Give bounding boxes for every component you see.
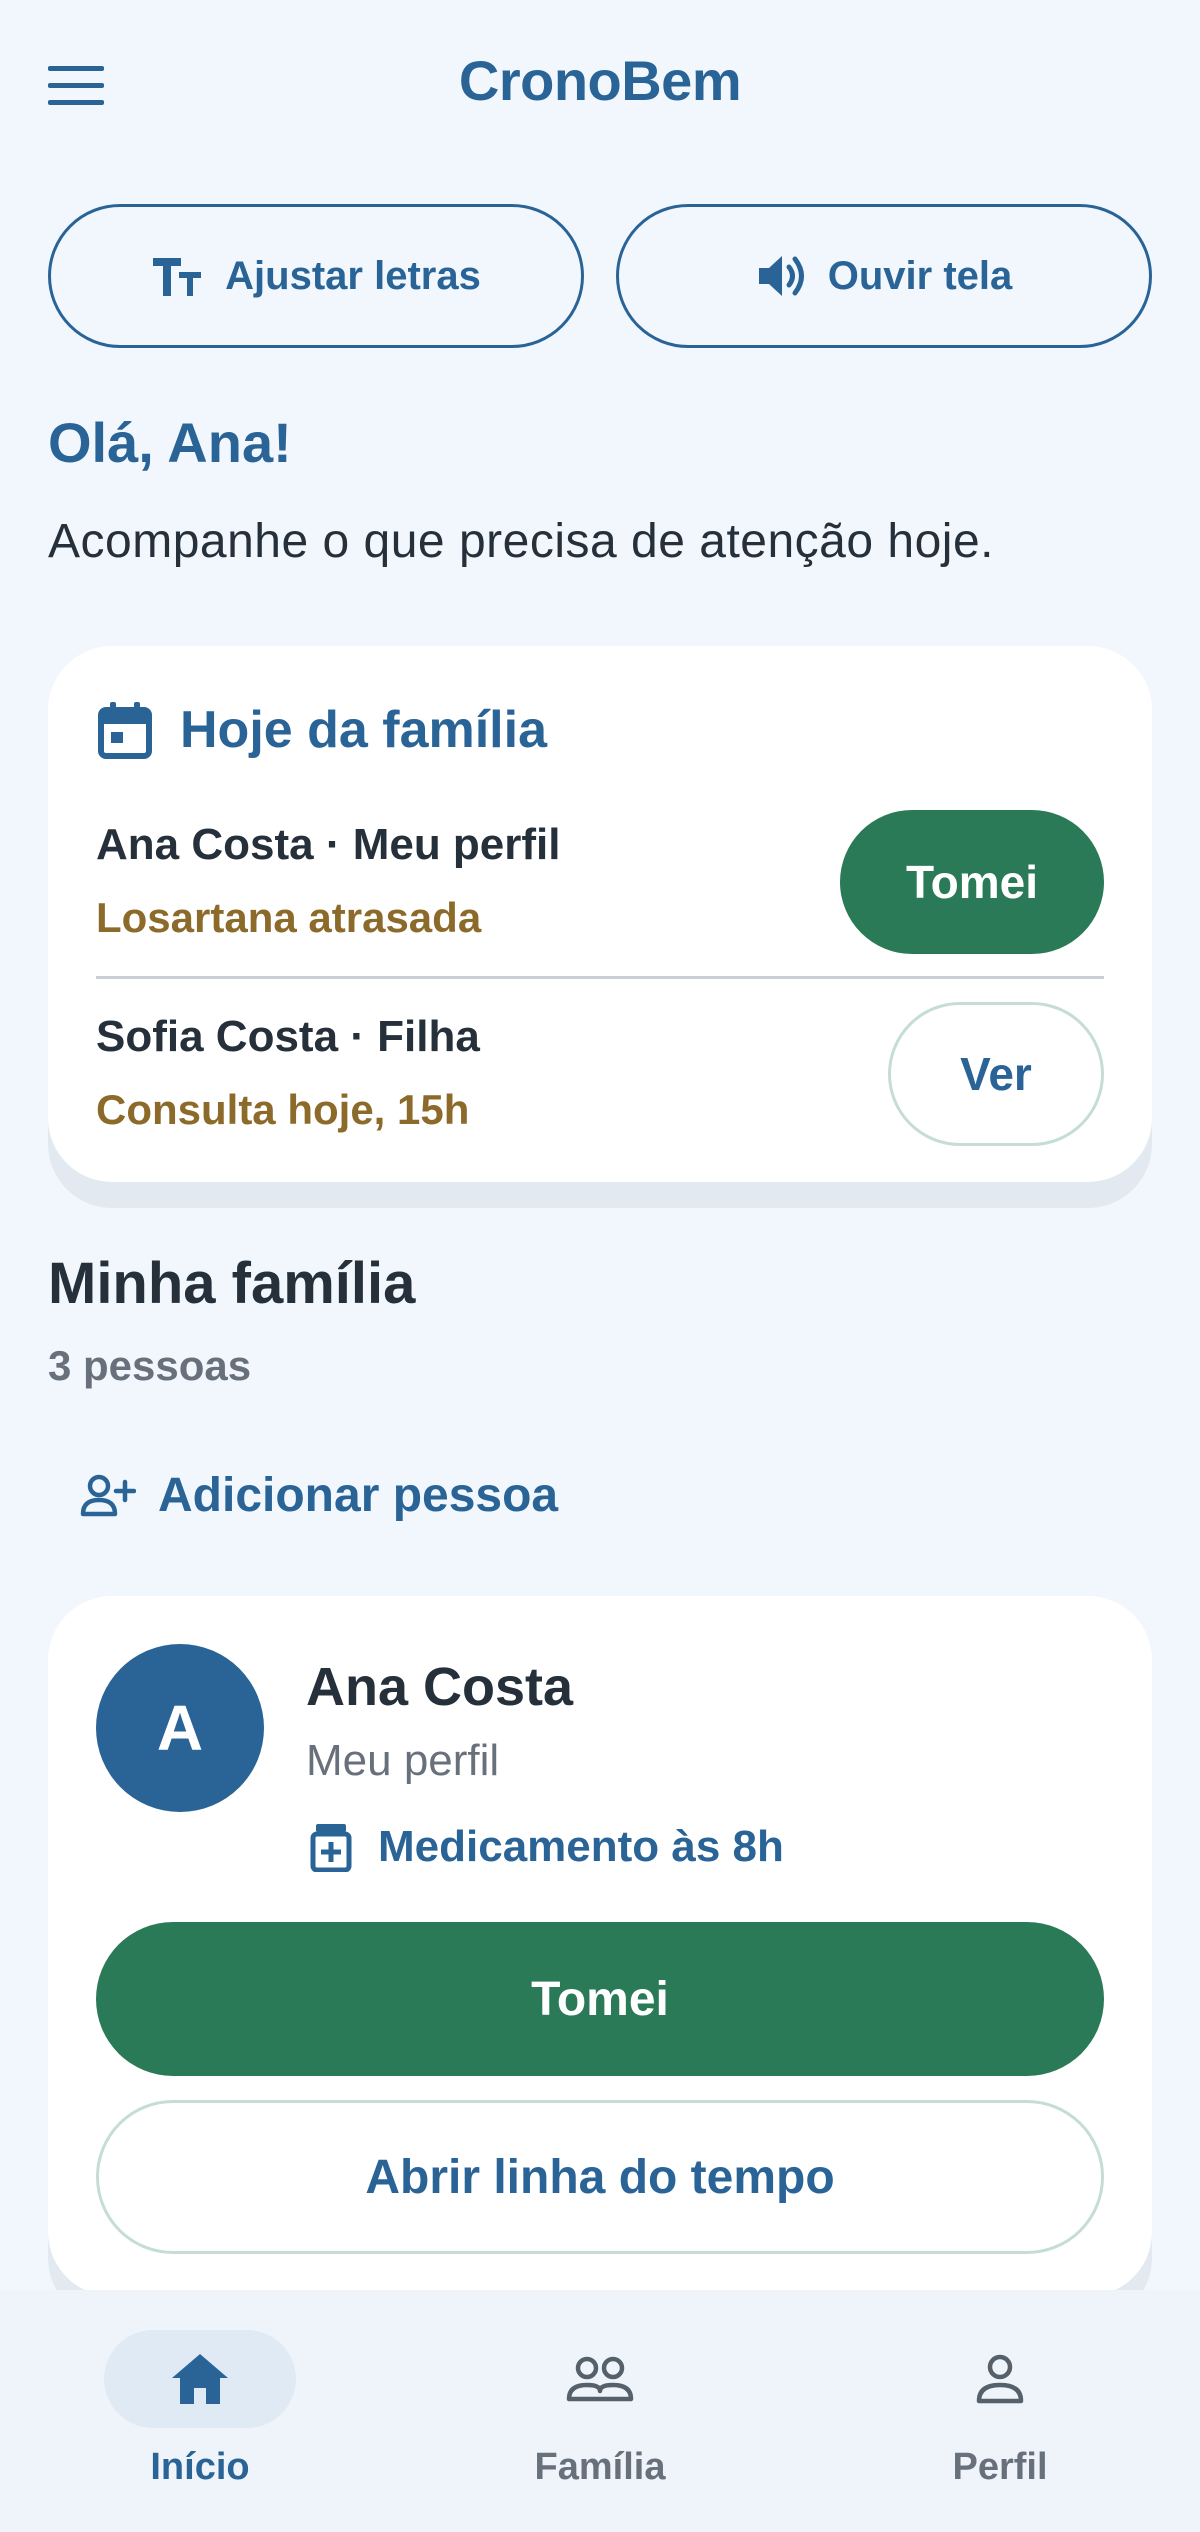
nav-family-indicator (504, 2330, 696, 2428)
today-row-name: Ana Costa · Meu perfil (96, 820, 561, 869)
greeting-subtitle: Acompanhe o que precisa de atenção hoje. (48, 515, 994, 568)
listen-screen-label: Ouvir tela (827, 253, 1013, 298)
medication-icon (310, 1824, 352, 1872)
nav-profile-indicator (904, 2330, 1096, 2428)
nav-home-label: Início (150, 2446, 250, 2488)
home-icon (172, 2354, 228, 2404)
nav-profile-label: Perfil (952, 2446, 1048, 2488)
member-role: Meu perfil (306, 1736, 500, 1785)
nav-item-profile[interactable]: Perfil (870, 2330, 1130, 2500)
open-timeline-button[interactable]: Abrir linha do tempo (96, 2100, 1104, 2254)
avatar: A (96, 1644, 264, 1812)
member-name: Ana Costa (306, 1657, 574, 1717)
member-took-button[interactable]: Tomei (96, 1922, 1104, 2076)
adjust-letters-label: Ajustar letras (225, 253, 481, 298)
today-row-status: Consulta hoje, 15h (96, 1086, 470, 1133)
calendar-icon (98, 702, 152, 759)
nav-item-family[interactable]: Família (470, 2330, 730, 2500)
today-row-status: Losartana atrasada (96, 894, 482, 941)
family-count: 3 pessoas (48, 1342, 252, 1389)
add-person-button[interactable]: Adicionar pessoa (80, 1468, 558, 1523)
text-size-icon (153, 258, 202, 296)
took-medication-button[interactable]: Tomei (840, 810, 1104, 954)
today-divider (96, 976, 1104, 979)
add-person-label: Adicionar pessoa (158, 1469, 559, 1522)
today-title: Hoje da família (180, 701, 547, 759)
greeting-title: Olá, Ana! (48, 411, 292, 474)
today-row-name: Sofia Costa · Filha (96, 1012, 480, 1061)
adjust-letters-button[interactable]: Ajustar letras (48, 204, 584, 348)
family-section-title: Minha família (48, 1251, 416, 1316)
listen-screen-button[interactable]: Ouvir tela (616, 204, 1152, 348)
add-person-icon (80, 1474, 136, 1516)
speaker-icon (758, 256, 804, 296)
view-appointment-button[interactable]: Ver (888, 1002, 1104, 1146)
family-icon (566, 2356, 634, 2402)
today-header: Hoje da família (98, 700, 547, 760)
member-next-event-label: Medicamento às 8h (378, 1822, 784, 1871)
nav-home-indicator (104, 2330, 296, 2428)
app-title: CronoBem (458, 49, 742, 112)
person-icon (976, 2354, 1024, 2404)
member-next-event: Medicamento às 8h (310, 1822, 784, 1872)
nav-item-home[interactable]: Início (70, 2330, 330, 2500)
nav-family-label: Família (534, 2446, 666, 2488)
